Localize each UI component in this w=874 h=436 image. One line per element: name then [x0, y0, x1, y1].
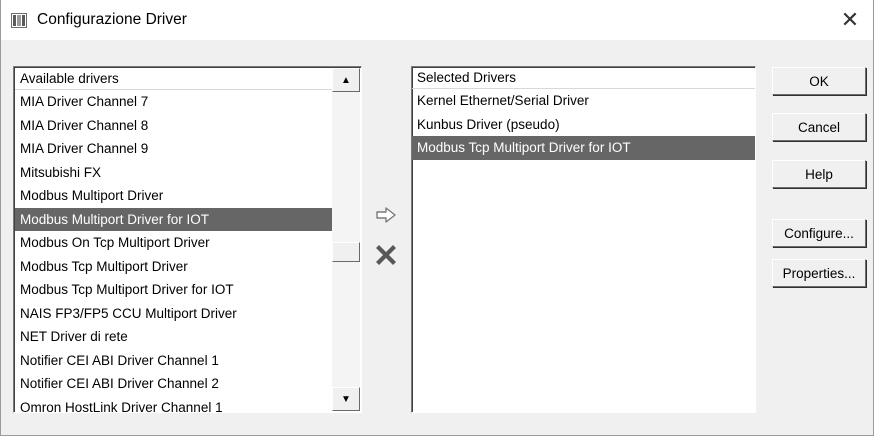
arrow-right-icon — [376, 207, 396, 223]
window-title: Configurazione Driver — [37, 11, 187, 28]
ok-button[interactable]: OK — [772, 67, 866, 95]
available-driver-item[interactable]: MIA Driver Channel 7 — [15, 90, 333, 114]
available-driver-item[interactable]: Notifier CEI ABI Driver Channel 2 — [15, 372, 333, 396]
selected-driver-item-selected[interactable]: Modbus Tcp Multiport Driver for IOT — [412, 136, 755, 160]
available-driver-item[interactable]: MIA Driver Channel 8 — [15, 114, 333, 138]
available-driver-item[interactable]: Modbus Tcp Multiport Driver for IOT — [15, 278, 333, 302]
add-driver-button[interactable] — [371, 201, 401, 229]
available-driver-item[interactable]: NET Driver di rete — [15, 325, 333, 349]
available-driver-item-selected[interactable]: Modbus Multiport Driver for IOT — [15, 207, 333, 231]
close-icon: ✕ — [840, 7, 860, 32]
scroll-down-button[interactable]: ▼ — [332, 387, 360, 411]
available-driver-item[interactable]: Notifier CEI ABI Driver Channel 1 — [15, 349, 333, 373]
available-list-scrollbar[interactable]: ▲ ▼ — [332, 68, 360, 411]
selected-driver-item[interactable]: Kunbus Driver (pseudo) — [412, 113, 755, 137]
available-driver-item[interactable]: NAIS FP3/FP5 CCU Multiport Driver — [15, 302, 333, 326]
configure-button[interactable]: Configure... — [772, 219, 866, 247]
cancel-button[interactable]: Cancel — [772, 113, 866, 141]
close-button[interactable]: ✕ — [827, 0, 873, 40]
available-driver-item[interactable]: Modbus On Tcp Multiport Driver — [15, 231, 333, 255]
x-remove-icon — [376, 245, 396, 265]
selected-driver-item[interactable]: Kernel Ethernet/Serial Driver — [412, 89, 755, 113]
help-button[interactable]: Help — [772, 160, 866, 188]
selected-drivers-header: Selected Drivers — [412, 67, 755, 89]
chevron-up-icon: ▲ — [341, 74, 351, 86]
config-driver-dialog: Configurazione Driver ✕ Available driver… — [0, 0, 874, 436]
available-drivers-list[interactable]: Available drivers MIA Driver Channel 7 M… — [13, 66, 362, 413]
scroll-up-button[interactable]: ▲ — [332, 68, 360, 92]
selected-drivers-list[interactable]: Selected Drivers Kernel Ethernet/Serial … — [411, 66, 756, 413]
title-bar: Configurazione Driver ✕ — [1, 0, 873, 40]
chevron-down-icon: ▼ — [341, 393, 351, 405]
available-driver-item[interactable]: MIA Driver Channel 9 — [15, 137, 333, 161]
properties-button[interactable]: Properties... — [772, 259, 866, 287]
remove-driver-button[interactable] — [371, 241, 401, 269]
app-window-icon — [11, 13, 27, 28]
available-drivers-header: Available drivers — [15, 68, 333, 90]
available-driver-item[interactable]: Mitsubishi FX — [15, 161, 333, 185]
scroll-thumb[interactable] — [332, 242, 360, 262]
available-driver-item[interactable]: Modbus Tcp Multiport Driver — [15, 255, 333, 279]
available-driver-item[interactable]: Modbus Multiport Driver — [15, 184, 333, 208]
available-driver-item[interactable]: Omron HostLink Driver Channel 1 — [15, 396, 333, 413]
